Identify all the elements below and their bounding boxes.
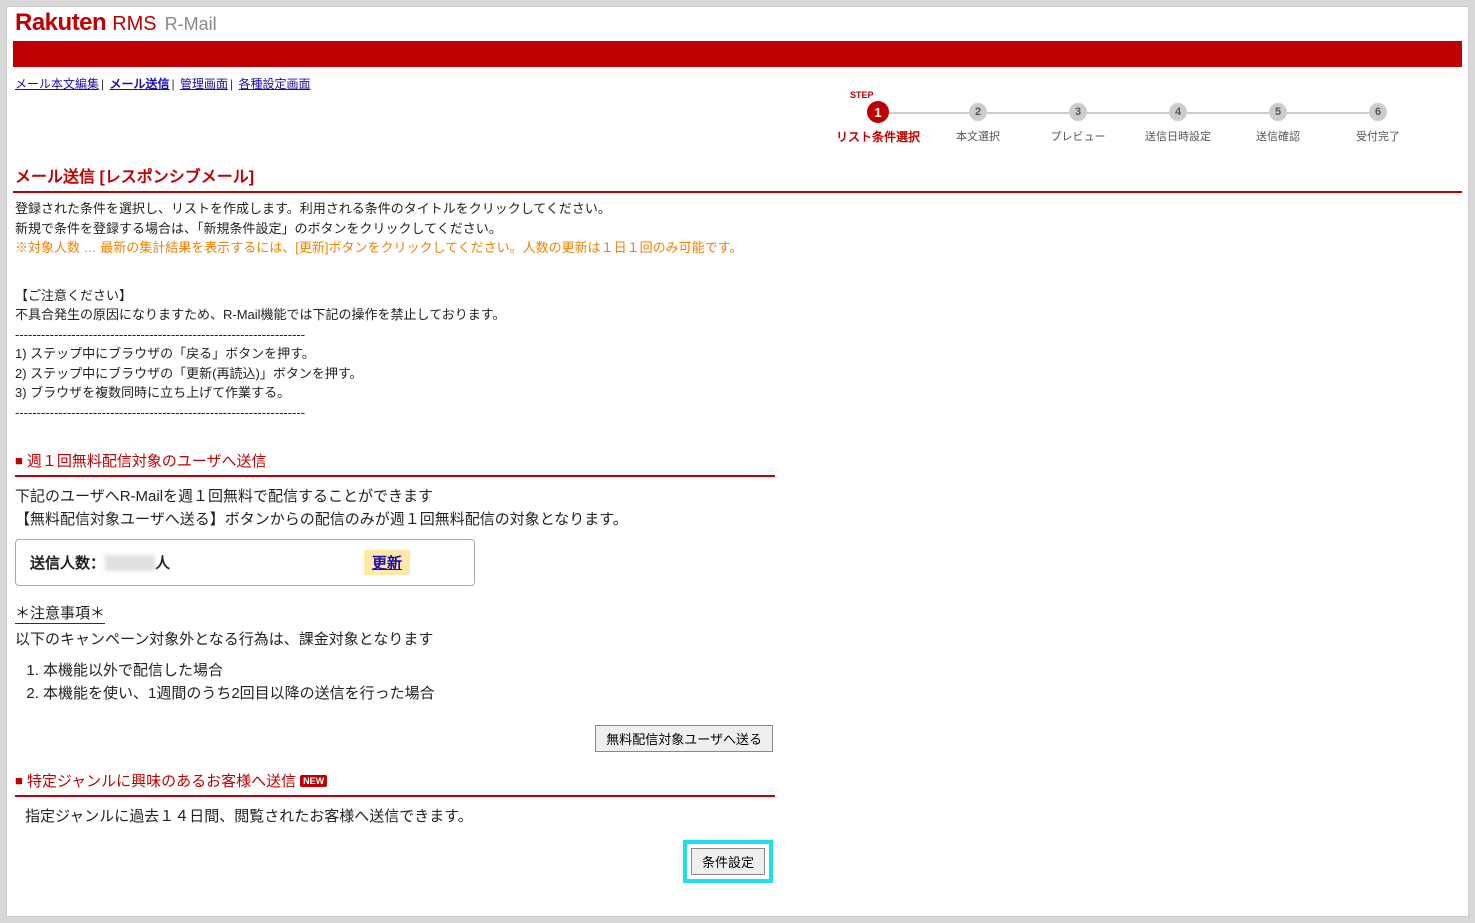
breadcrumb-link-0[interactable]: メール本文編集 — [15, 77, 99, 91]
weekly-caution-li2: 本機能を使い、1週間のうち2回目以降の送信を行った場合 — [43, 682, 1460, 703]
send-count-box: 送信人数： 人 更新 — [15, 539, 475, 586]
new-badge: NEW — [300, 775, 327, 787]
header-red-bar — [13, 41, 1462, 67]
genre-title: 特定ジャンルに興味のあるお客様へ送信 — [27, 770, 296, 791]
intro-line-2: 新規で条件を登録する場合は、「新規条件設定」のボタンをクリックしてください。 — [15, 219, 1460, 239]
square-icon: ■ — [15, 453, 23, 468]
step-5: 5 送信確認 — [1228, 102, 1328, 144]
weekly-title: 週１回無料配信対象のユーザへ送信 — [27, 450, 267, 471]
step-indicator: STEP 1 リスト条件選択 2 本文選択 3 プレビュー 4 送信日時設定 5… — [7, 96, 1468, 151]
breadcrumb-link-1[interactable]: メール送信 — [109, 77, 169, 91]
step-3: 3 プレビュー — [1028, 102, 1128, 144]
send-count-value — [105, 555, 155, 571]
weekly-caution-li1: 本機能以外で配信した場合 — [43, 659, 1460, 680]
caution-rule-3: 3) ブラウザを複数同時に立ち上げて作業する。 — [15, 383, 1460, 403]
page-title: メール送信 [レスポンシブメール] — [7, 151, 1468, 191]
weekly-p1: 下記のユーザへR-Mailを週１回無料で配信することができます — [15, 485, 1460, 506]
weekly-caution-lead: 以下のキャンペーン対象外となる行為は、課金対象となります — [15, 628, 1460, 649]
step-1: STEP 1 リスト条件選択 — [828, 102, 928, 145]
send-free-target-button[interactable]: 無料配信対象ユーザへ送る — [595, 725, 773, 752]
app-header: Rakuten RMS R-Mail — [7, 7, 1468, 37]
caution-lead: 不具合発生の原因になりますため、R-Mail機能では下記の操作を禁止しております… — [15, 305, 1460, 325]
brand-logo: Rakuten — [15, 9, 106, 37]
intro-line-1: 登録された条件を選択し、リストを作成します。利用される条件のタイトルをクリックし… — [15, 199, 1460, 219]
condition-setting-button[interactable]: 条件設定 — [691, 848, 765, 875]
caution-head: 【ご注意ください】 — [15, 286, 1460, 306]
caution-rule-1: 1) ステップ中にブラウザの「戻る」ボタンを押す。 — [15, 344, 1460, 364]
step-6: 6 受付完了 — [1328, 102, 1428, 144]
brand-rms: RMS — [112, 13, 156, 36]
caution-dash-1: ----------------------------------------… — [15, 325, 1460, 345]
send-count-unit: 人 — [155, 552, 170, 573]
brand-sub: R-Mail — [165, 14, 217, 35]
breadcrumb-link-3[interactable]: 各種設定画面 — [238, 77, 310, 91]
update-link[interactable]: 更新 — [364, 550, 410, 575]
intro-note: ※対象人数 … 最新の集計結果を表示するには、[更新]ボタンをクリックしてくださ… — [15, 238, 1460, 258]
genre-p1: 指定ジャンルに過去１４日間、閲覧されたお客様へ送信できます。 — [15, 805, 1460, 826]
breadcrumb: メール本文編集| メール送信| 管理画面| 各種設定画面 — [7, 73, 1468, 96]
caution-rule-2: 2) ステップ中にブラウザの「更新(再読込)」ボタンを押す。 — [15, 364, 1460, 384]
send-count-label: 送信人数： — [30, 552, 105, 573]
caution-dash-2: ----------------------------------------… — [15, 403, 1460, 423]
step-4: 4 送信日時設定 — [1128, 102, 1228, 144]
step-2: 2 本文選択 — [928, 102, 1028, 144]
highlight-frame: 条件設定 — [683, 840, 773, 883]
weekly-p2: 【無料配信対象ユーザへ送る】ボタンからの配信のみが週１回無料配信の対象となります… — [15, 508, 1460, 529]
weekly-caution-head: ＊注意事項＊ — [15, 602, 105, 624]
breadcrumb-link-2[interactable]: 管理画面 — [180, 77, 228, 91]
square-icon: ■ — [15, 773, 23, 788]
